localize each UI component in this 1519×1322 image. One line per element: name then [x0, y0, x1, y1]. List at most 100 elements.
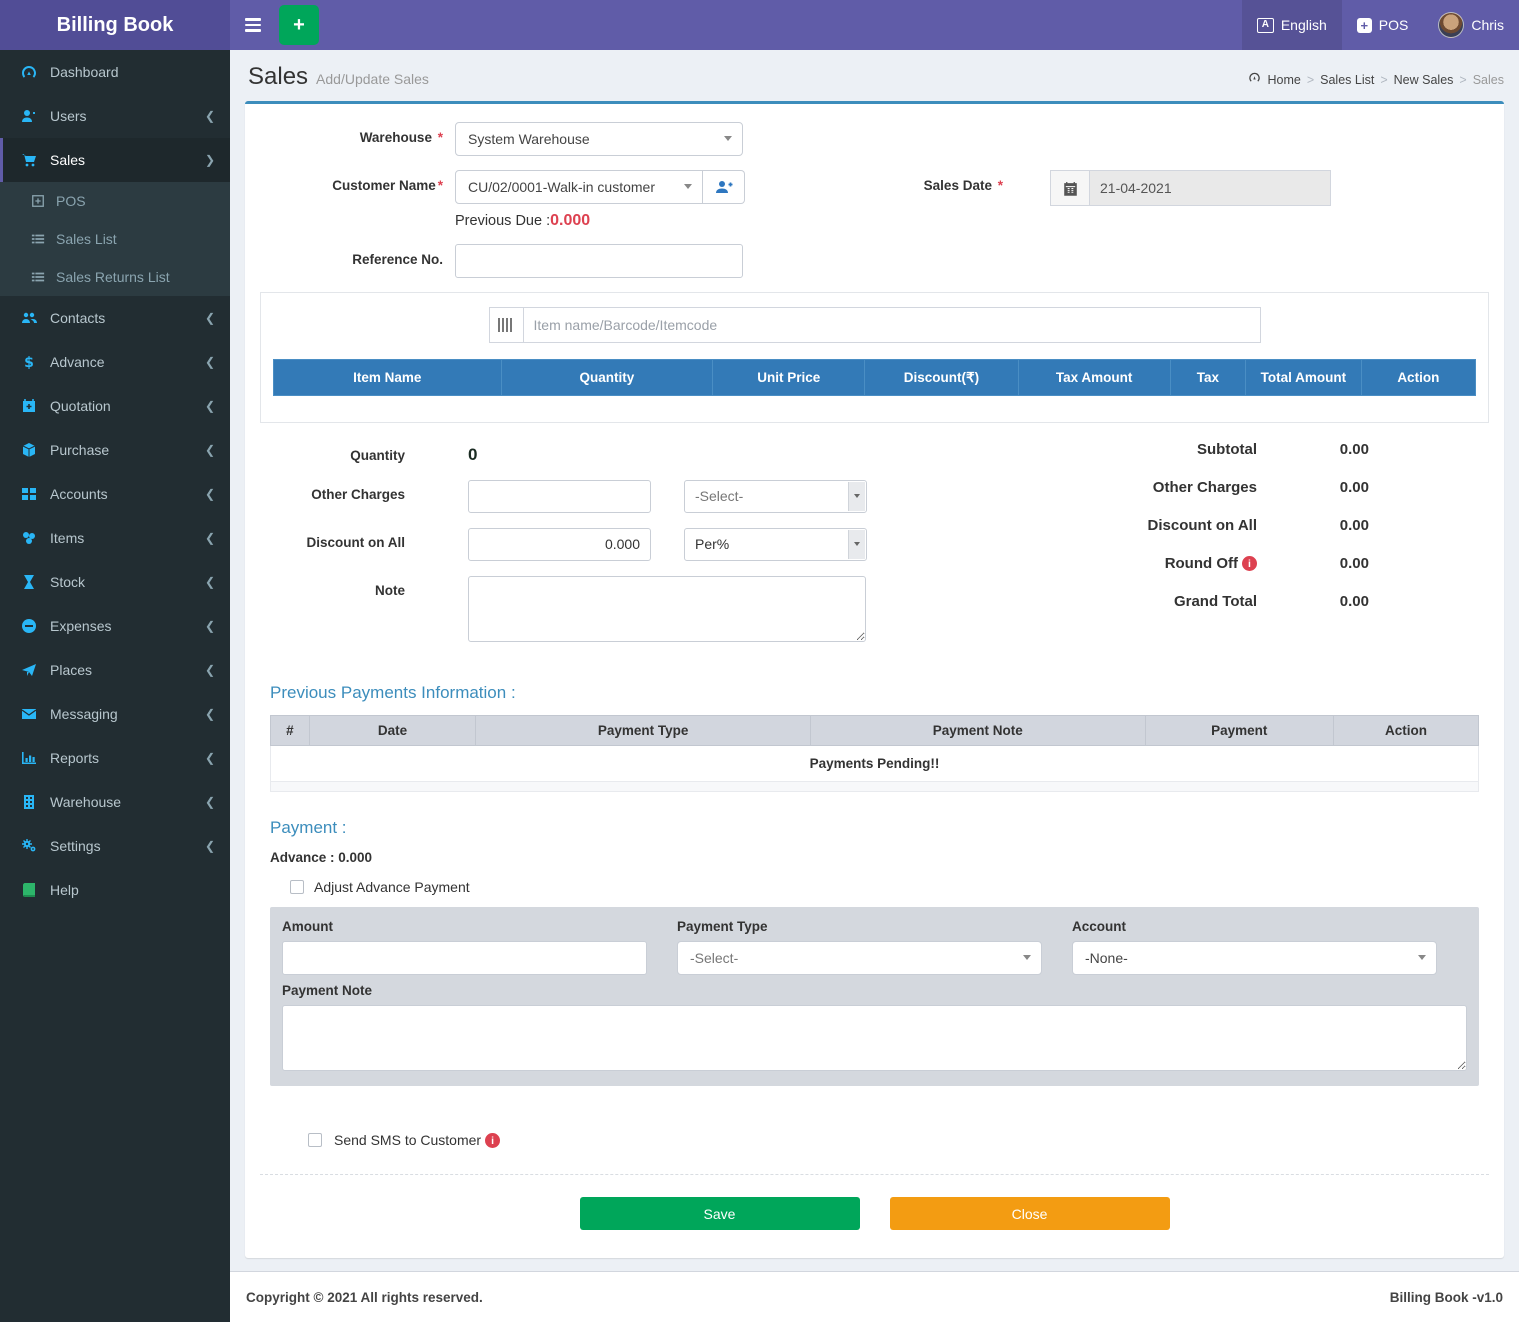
user-menu[interactable]: Chris: [1423, 0, 1519, 50]
sidebar: Dashboard Users ❮ Sales ❯︎ POS Sales Lis…: [0, 50, 230, 1322]
warehouse-label: Warehouse *: [260, 122, 455, 145]
sidebar-subitem-sales-returns-list[interactable]: Sales Returns List: [0, 258, 230, 296]
adjust-advance-label: Adjust Advance Payment: [314, 879, 470, 895]
payment-panel: Amount Payment Type -Select- Account: [270, 907, 1479, 1086]
sidebar-item-users[interactable]: Users ❮: [0, 94, 230, 138]
app-logo[interactable]: Billing Book: [0, 0, 230, 50]
breadcrumb-home[interactable]: Home: [1267, 73, 1300, 87]
sidebar-item-settings[interactable]: Settings ❮: [0, 824, 230, 868]
sales-form-card: Warehouse * System Warehouse Customer Na…: [245, 101, 1504, 1258]
envelope-icon: [18, 706, 40, 722]
save-button[interactable]: Save: [580, 1197, 860, 1230]
subtotal-label: Subtotal: [1197, 441, 1257, 458]
sales-date-label: Sales Date *: [900, 170, 1015, 193]
account-select[interactable]: -None-: [1072, 941, 1437, 975]
grand-total-value: 0.00: [1257, 593, 1369, 610]
sidebar-item-advance[interactable]: $ Advance ❮: [0, 340, 230, 384]
sales-submenu: POS Sales List Sales Returns List: [0, 182, 230, 296]
items-table: Item Name Quantity Unit Price Discount(₹…: [273, 359, 1476, 422]
account-label: Account: [1072, 919, 1437, 934]
chevron-left-icon: ❮: [205, 575, 215, 589]
list-icon: [28, 232, 48, 246]
sidebar-item-expenses[interactable]: Expenses ❮: [0, 604, 230, 648]
language-menu[interactable]: A English: [1242, 0, 1342, 50]
other-charges-select[interactable]: -Select-: [684, 480, 867, 513]
paper-plane-icon: [18, 662, 40, 678]
sidebar-item-purchase[interactable]: Purchase ❮: [0, 428, 230, 472]
previous-payments-heading: Previous Payments Information :: [270, 683, 1479, 703]
sidebar-item-items[interactable]: Items ❮: [0, 516, 230, 560]
sidebar-item-places[interactable]: Places ❮: [0, 648, 230, 692]
chevron-left-icon: ❮: [205, 619, 215, 633]
breadcrumb-new-sales[interactable]: New Sales: [1394, 73, 1454, 87]
add-customer-button[interactable]: [703, 170, 745, 204]
hourglass-icon: [18, 574, 40, 590]
payment-note-textarea[interactable]: [282, 1005, 1467, 1071]
chevron-down-icon: [848, 482, 865, 511]
user-name: Chris: [1471, 17, 1504, 33]
sidebar-item-reports[interactable]: Reports ❮: [0, 736, 230, 780]
language-icon: A: [1257, 18, 1274, 33]
contacts-icon: [18, 310, 40, 326]
chevron-left-icon: ❮: [205, 487, 215, 501]
chevron-left-icon: ❮: [205, 751, 215, 765]
payment-type-select[interactable]: -Select-: [677, 941, 1042, 975]
content-header: SalesAdd/Update Sales Home > Sales List …: [230, 50, 1519, 101]
chevron-left-icon: ❮: [205, 663, 215, 677]
totals-section: Subtotal 0.00 Other Charges 0.00 Discoun…: [900, 441, 1489, 657]
language-label: English: [1281, 17, 1327, 33]
note-textarea[interactable]: [468, 576, 866, 642]
calendar-icon: [1050, 170, 1090, 206]
sidebar-subitem-sales-list[interactable]: Sales List: [0, 220, 230, 258]
send-sms-checkbox[interactable]: [308, 1133, 322, 1147]
chevron-left-icon: ❮: [205, 795, 215, 809]
previous-payments-table: # Date Payment Type Payment Note Payment…: [270, 715, 1479, 792]
chevron-left-icon: ❮: [205, 839, 215, 853]
gears-icon: [18, 838, 40, 854]
info-icon[interactable]: i: [485, 1133, 500, 1148]
items-panel: Item Name Quantity Unit Price Discount(₹…: [260, 292, 1489, 423]
sidebar-item-stock[interactable]: Stock ❮: [0, 560, 230, 604]
hamburger-icon[interactable]: [230, 0, 275, 50]
sidebar-item-accounts[interactable]: Accounts ❮: [0, 472, 230, 516]
sidebar-item-help[interactable]: Help: [0, 868, 230, 912]
reference-no-input[interactable]: [455, 244, 743, 278]
quantity-label: Quantity: [260, 441, 435, 463]
sidebar-item-warehouse[interactable]: Warehouse ❮: [0, 780, 230, 824]
warehouse-select[interactable]: System Warehouse: [455, 122, 743, 156]
building-icon: [18, 794, 40, 810]
payment-note-label: Payment Note: [282, 983, 1467, 998]
main-content: SalesAdd/Update Sales Home > Sales List …: [230, 50, 1519, 1258]
top-navbar: Billing Book + A English + POS Chris: [0, 0, 1519, 50]
cart-icon: [18, 152, 40, 168]
sidebar-item-messaging[interactable]: Messaging ❮: [0, 692, 230, 736]
amount-input[interactable]: [282, 941, 647, 975]
quick-add-button[interactable]: +: [279, 5, 319, 45]
sidebar-item-sales[interactable]: Sales ❯︎: [0, 138, 230, 182]
close-button[interactable]: Close: [890, 1197, 1170, 1230]
grid-icon: [18, 486, 40, 502]
page-title: SalesAdd/Update Sales: [248, 63, 429, 91]
pos-label: POS: [1379, 17, 1409, 33]
discount-unit-select[interactable]: Per%: [684, 528, 867, 561]
customer-select[interactable]: CU/02/0001-Walk-in customer: [455, 170, 703, 204]
dollar-icon: $: [18, 354, 40, 370]
discount-on-all-input[interactable]: [468, 528, 651, 561]
breadcrumb-sales-list[interactable]: Sales List: [1320, 73, 1374, 87]
minus-circle-icon: [18, 618, 40, 634]
pos-nav-button[interactable]: + POS: [1342, 0, 1424, 50]
chevron-left-icon: ❮: [205, 443, 215, 457]
sales-date-input[interactable]: 21-04-2021: [1090, 170, 1331, 206]
other-charges-input[interactable]: [468, 480, 651, 513]
sidebar-item-contacts[interactable]: Contacts ❮: [0, 296, 230, 340]
item-search-input[interactable]: [523, 307, 1261, 343]
sidebar-subitem-pos[interactable]: POS: [0, 182, 230, 220]
sidebar-item-quotation[interactable]: Quotation ❮: [0, 384, 230, 428]
info-icon[interactable]: i: [1242, 556, 1257, 571]
chevron-left-icon: ❮: [205, 707, 215, 721]
sidebar-item-dashboard[interactable]: Dashboard: [0, 50, 230, 94]
page-subtitle: Add/Update Sales: [316, 71, 429, 87]
adjust-advance-checkbox[interactable]: [290, 880, 304, 894]
circles-icon: [18, 530, 40, 546]
app-root: Billing Book + A English + POS Chris Das…: [0, 0, 1519, 1322]
